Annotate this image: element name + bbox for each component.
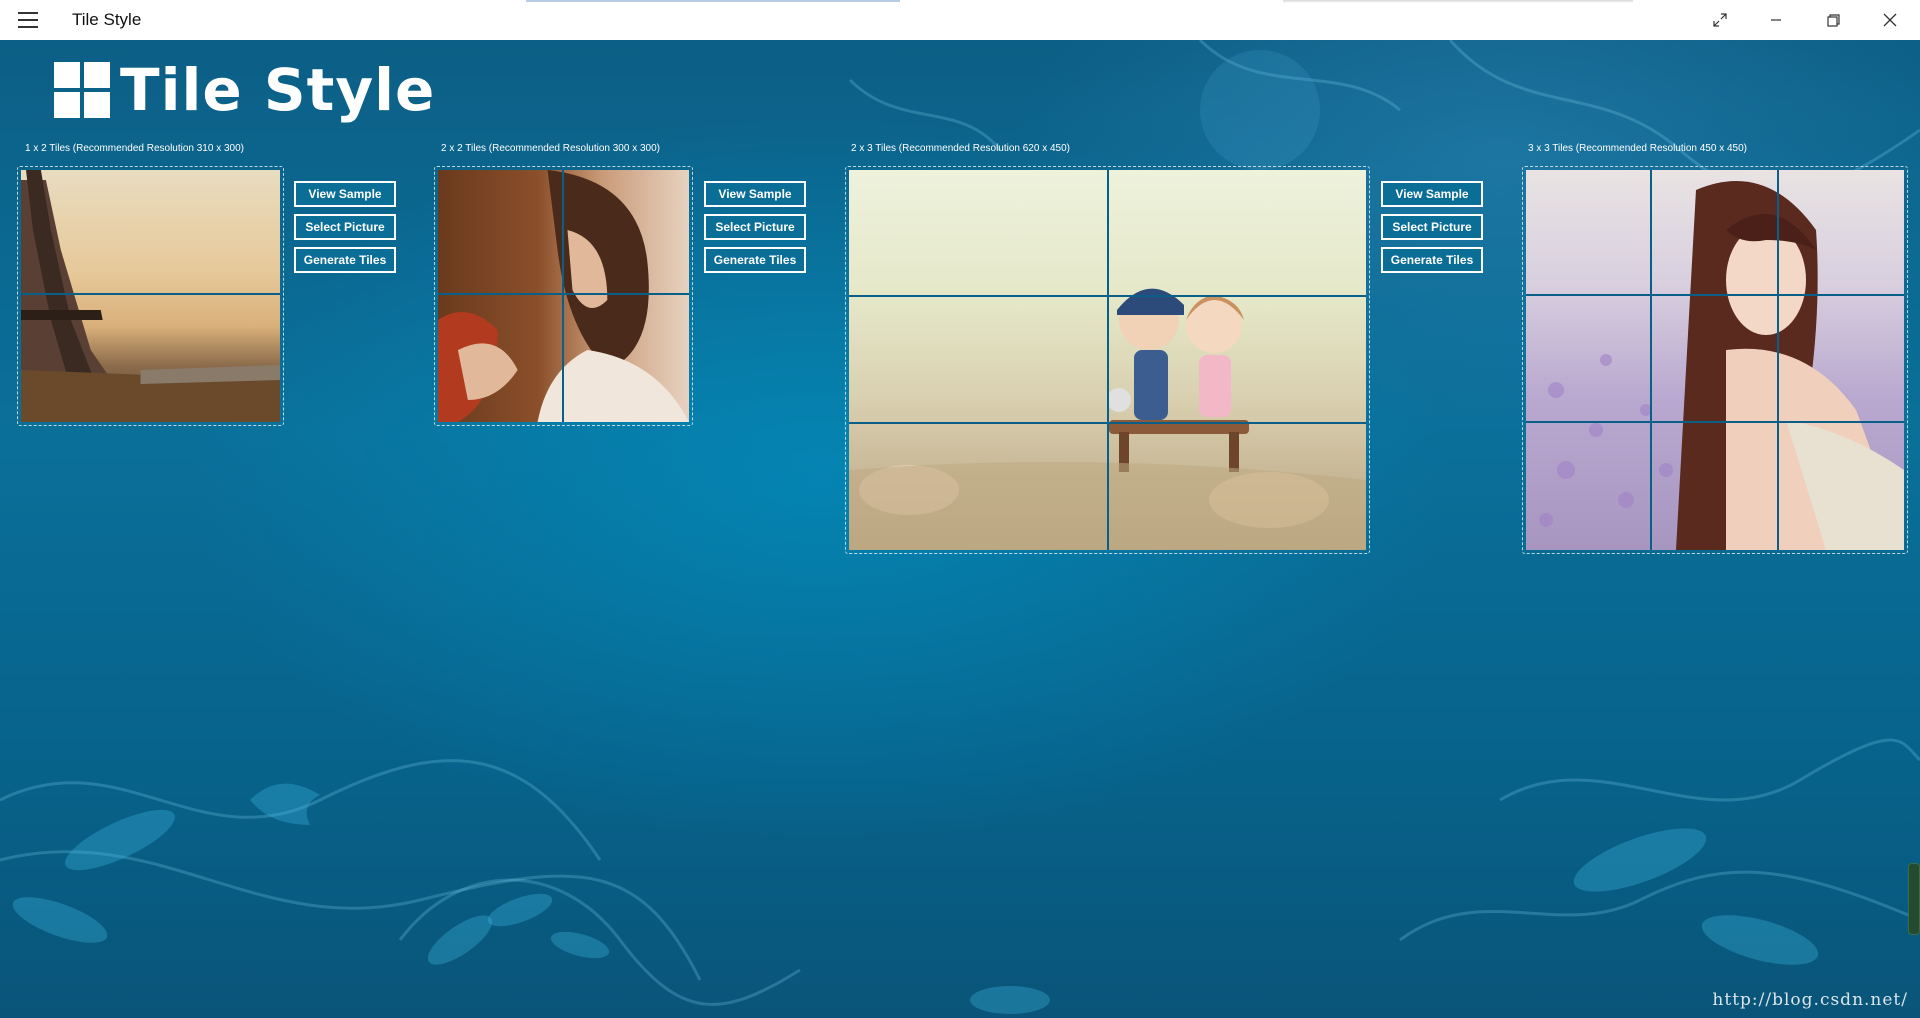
girl-portrait-photo [438,170,689,422]
restore-icon[interactable] [1805,0,1861,40]
section-2x2-caption: 2 x 2 Tiles (Recommended Resolution 300 … [441,143,661,154]
generate-tiles-button[interactable]: Generate Tiles [294,247,396,273]
expand-icon[interactable] [1692,0,1748,40]
minimize-icon[interactable] [1748,0,1804,40]
tile-grid-line [1526,421,1904,423]
tile-grid-line [1526,294,1904,296]
tile-grid-line [562,170,564,422]
select-picture-button[interactable]: Select Picture [294,214,396,240]
tile-grid-line [21,293,280,295]
app-title: Tile Style [72,10,142,29]
menu-icon[interactable] [18,12,38,28]
tile-preview-2x2 [434,166,693,426]
woman-flower-field-photo [1526,170,1904,550]
tile-grid-line [1650,170,1652,550]
select-picture-button[interactable]: Select Picture [1381,214,1483,240]
view-sample-button[interactable]: View Sample [294,181,396,207]
scroll-handle[interactable] [1908,863,1920,935]
tiles-logo-icon [54,62,110,118]
logo-text: Tile Style [120,56,436,124]
generate-tiles-button[interactable]: Generate Tiles [704,247,806,273]
cartoon-couple-bench-photo [849,170,1366,550]
select-picture-button[interactable]: Select Picture [704,214,806,240]
tile-preview-3x3 [1522,166,1908,554]
title-shadow [1283,0,1633,3]
tile-grid-line [1777,170,1779,550]
section-3x3-caption: 3 x 3 Tiles (Recommended Resolution 450 … [1528,143,1748,154]
view-sample-button[interactable]: View Sample [704,181,806,207]
section-1x2-caption: 1 x 2 Tiles (Recommended Resolution 310 … [25,143,245,154]
section-2x3-caption: 2 x 3 Tiles (Recommended Resolution 620 … [851,143,1071,154]
title-bar: Tile Style [0,0,1920,40]
tile-grid-line [1107,170,1109,550]
view-sample-button[interactable]: View Sample [1381,181,1483,207]
eiffel-tower-photo [21,170,280,422]
main-content: Tile Style 1 x 2 Tiles (Recommended Reso… [0,40,1920,1018]
close-icon[interactable] [1862,0,1918,40]
tile-preview-2x3 [845,166,1370,554]
tile-preview-1x2 [17,166,284,426]
app-logo: Tile Style [54,58,435,122]
title-accent-line [526,0,900,2]
watermark: http://blog.csdn.net/ [1712,990,1908,1010]
generate-tiles-button[interactable]: Generate Tiles [1381,247,1483,273]
